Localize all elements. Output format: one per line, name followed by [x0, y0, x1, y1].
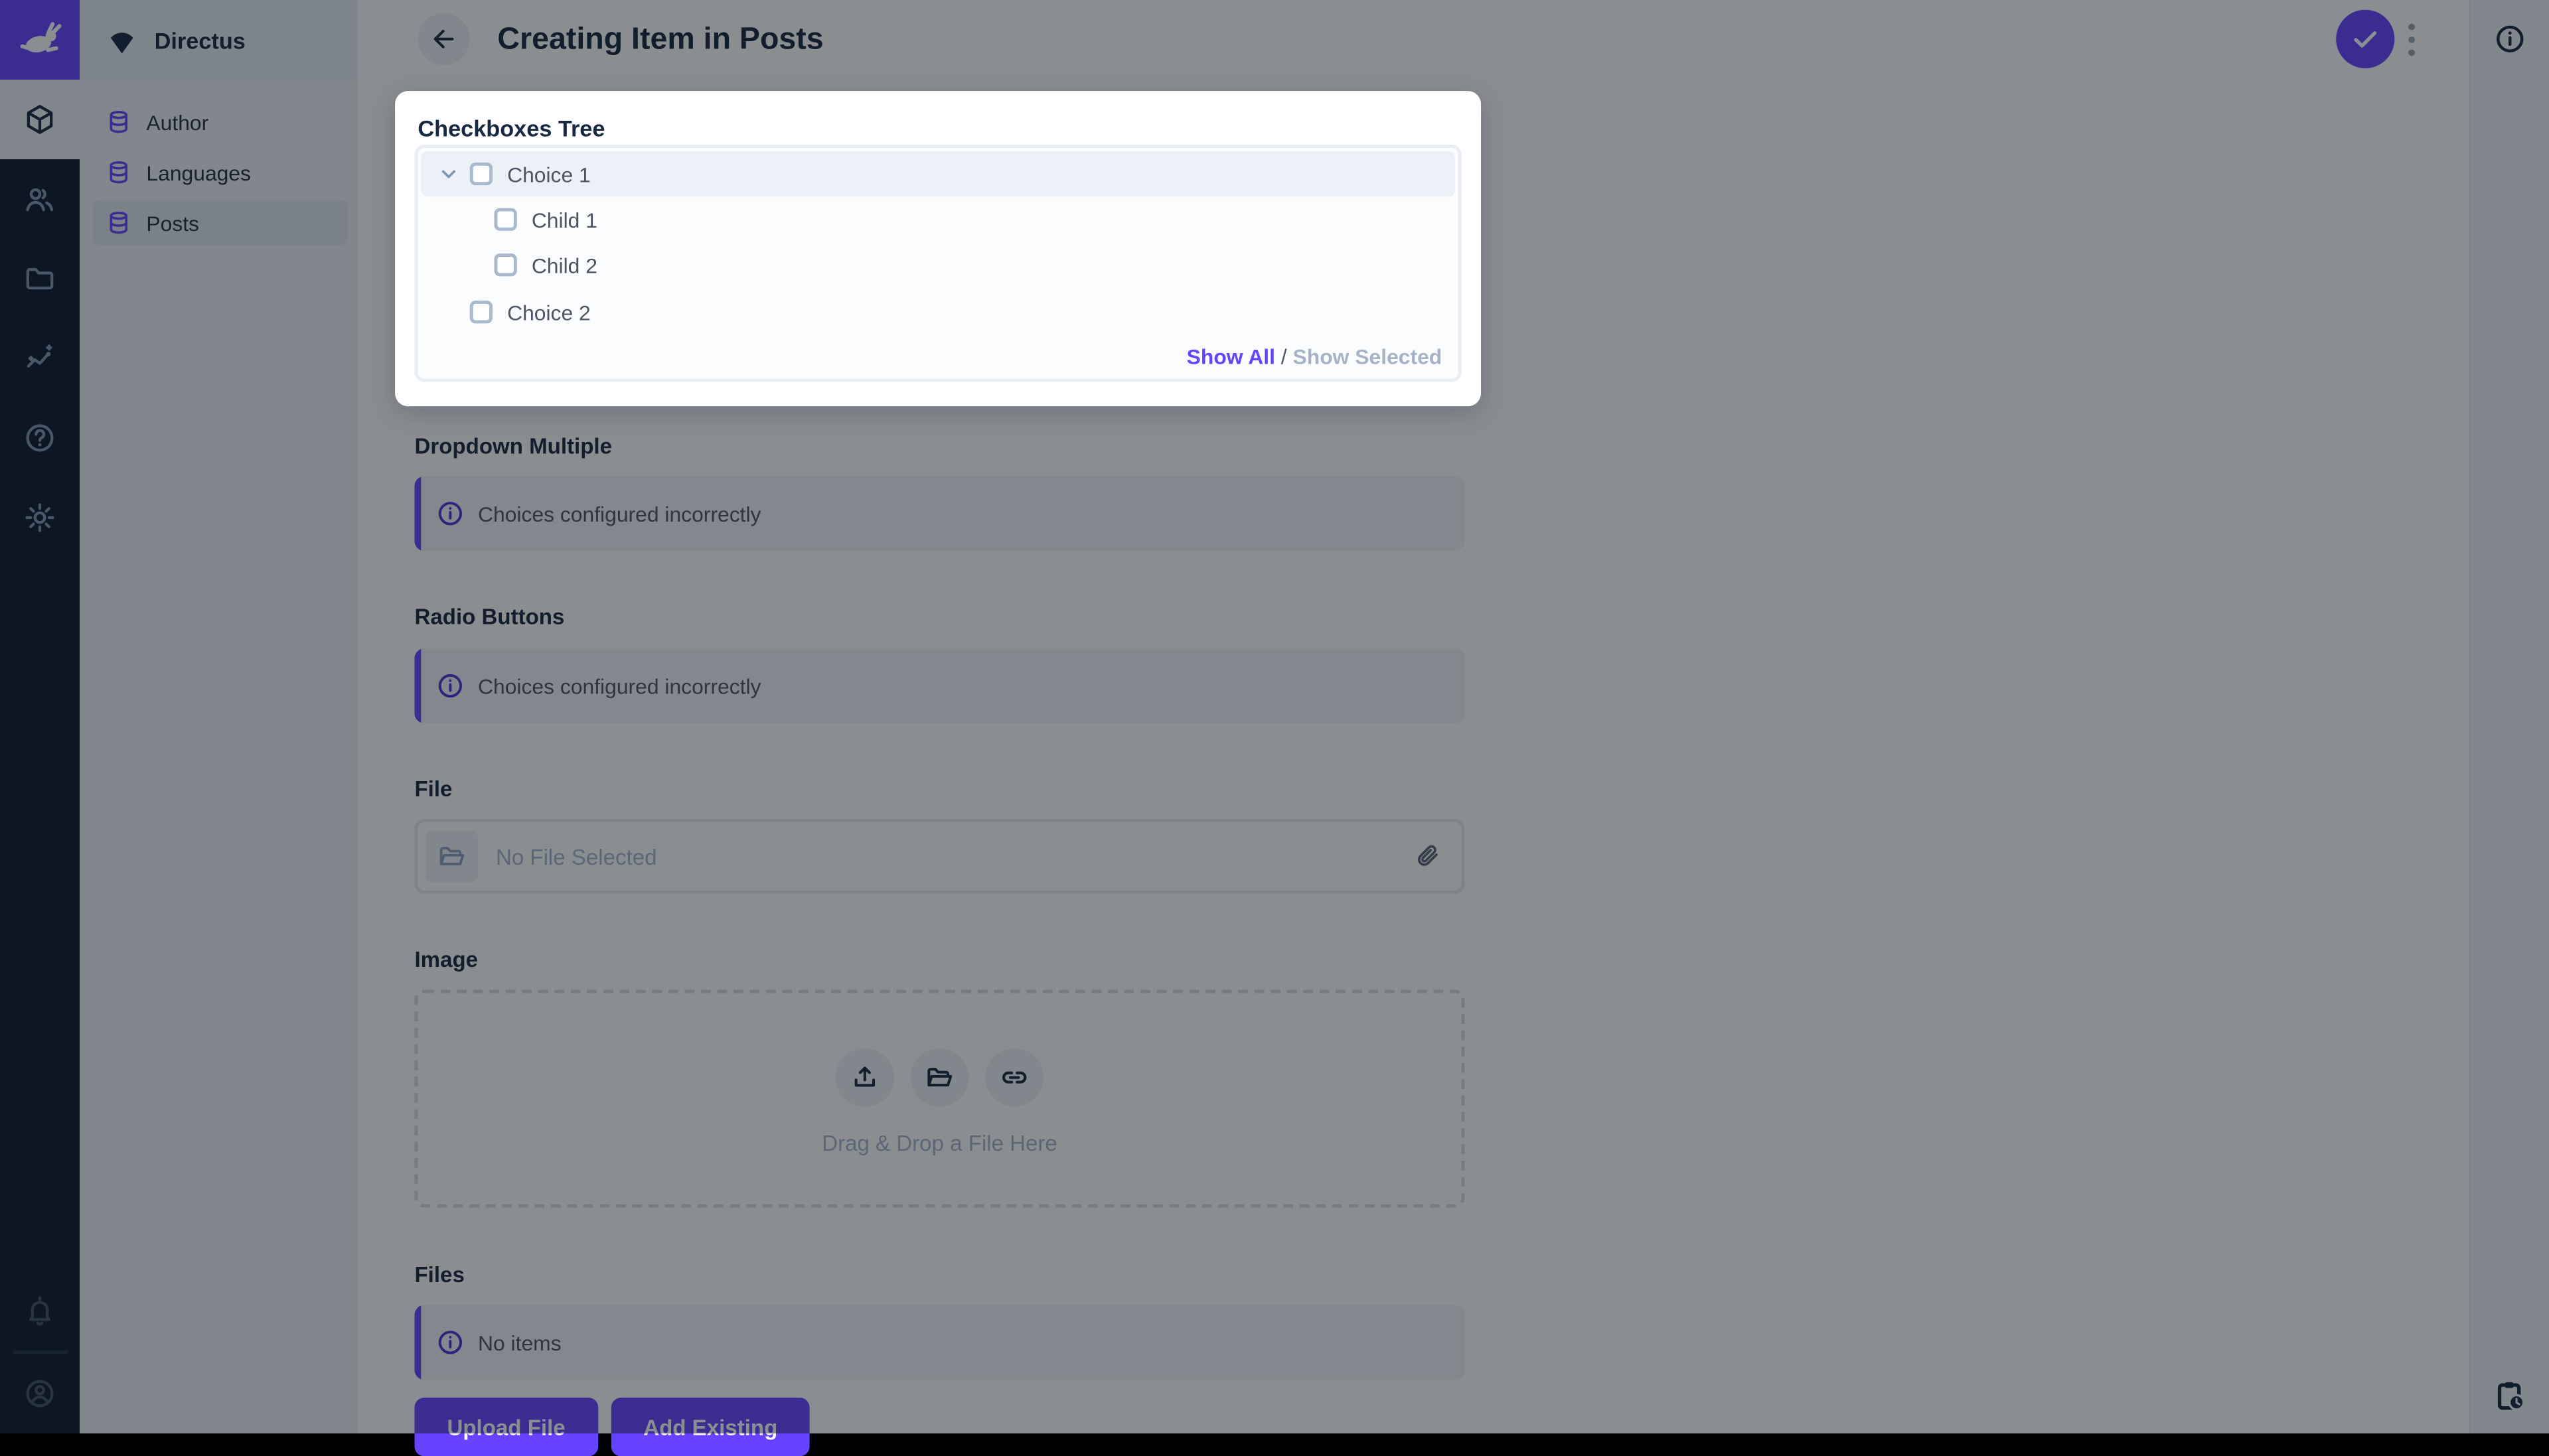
show-all-link[interactable]: Show All — [1187, 344, 1275, 369]
app-window: Directus Author — [0, 0, 2549, 1433]
tree-row-label: Child 2 — [532, 253, 597, 277]
tree-row-label: Child 1 — [532, 207, 597, 232]
checkbox-tree: Choice 1 Child 1 Child 2 Choice 2 Show A… — [414, 145, 1461, 382]
tree-row-child-2[interactable]: Child 2 — [421, 242, 1455, 288]
footer-divider-slash: / — [1281, 344, 1287, 369]
tree-row-choice-1[interactable]: Choice 1 — [421, 151, 1455, 197]
chevron-down-icon[interactable] — [439, 164, 458, 183]
tree-row-label: Choice 2 — [507, 300, 591, 325]
popover-title: Checkboxes Tree — [418, 113, 1461, 145]
checkboxes-tree-popover: Checkboxes Tree Choice 1 Child 1 Child 2 — [395, 91, 1481, 406]
tree-row-child-1[interactable]: Child 1 — [421, 196, 1455, 242]
checkbox[interactable] — [494, 254, 516, 276]
tree-footer: Show All / Show Selected — [1187, 344, 1442, 369]
show-selected-link[interactable]: Show Selected — [1293, 344, 1442, 369]
tree-row-label: Choice 1 — [507, 162, 591, 186]
checkbox[interactable] — [470, 301, 493, 323]
checkbox[interactable] — [494, 208, 516, 230]
tree-row-choice-2[interactable]: Choice 2 — [421, 289, 1455, 335]
checkbox[interactable] — [470, 163, 493, 185]
